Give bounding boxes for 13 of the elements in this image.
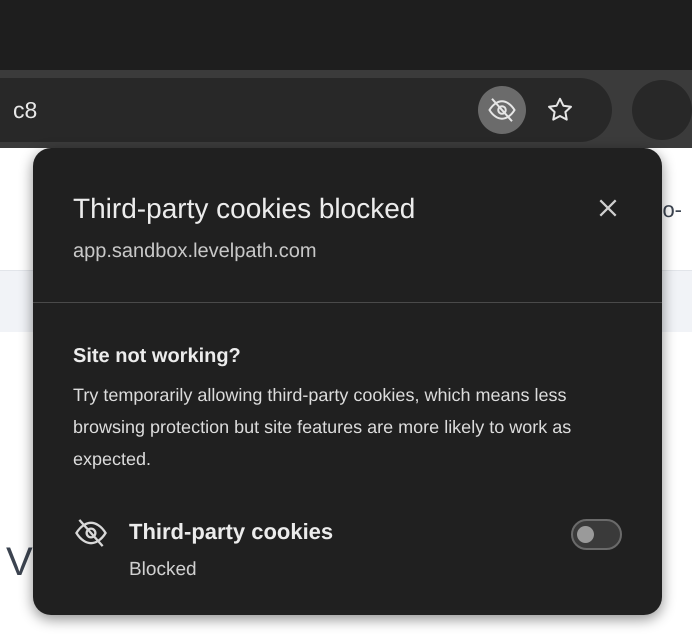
address-bar[interactable]: c8	[0, 78, 612, 142]
page-text: o-	[662, 196, 682, 224]
section-body: Try temporarily allowing third-party cookies, which means less browsing protection but site features are more likely to work as expected.	[73, 384, 572, 471]
cookies-toggle[interactable]	[571, 519, 622, 550]
site-url: app.sandbox.levelpath.com	[73, 239, 318, 264]
popup-title: Third-party cookies blocked	[73, 192, 416, 226]
page-heading: V	[6, 540, 33, 584]
setting-label: Third-party cookies	[129, 518, 334, 546]
eye-slash-icon[interactable]	[478, 86, 526, 134]
section-title: Site not working?	[73, 344, 242, 369]
eye-slash-icon	[73, 517, 109, 549]
url-text: c8	[13, 96, 38, 125]
setting-status: Blocked	[129, 558, 198, 582]
